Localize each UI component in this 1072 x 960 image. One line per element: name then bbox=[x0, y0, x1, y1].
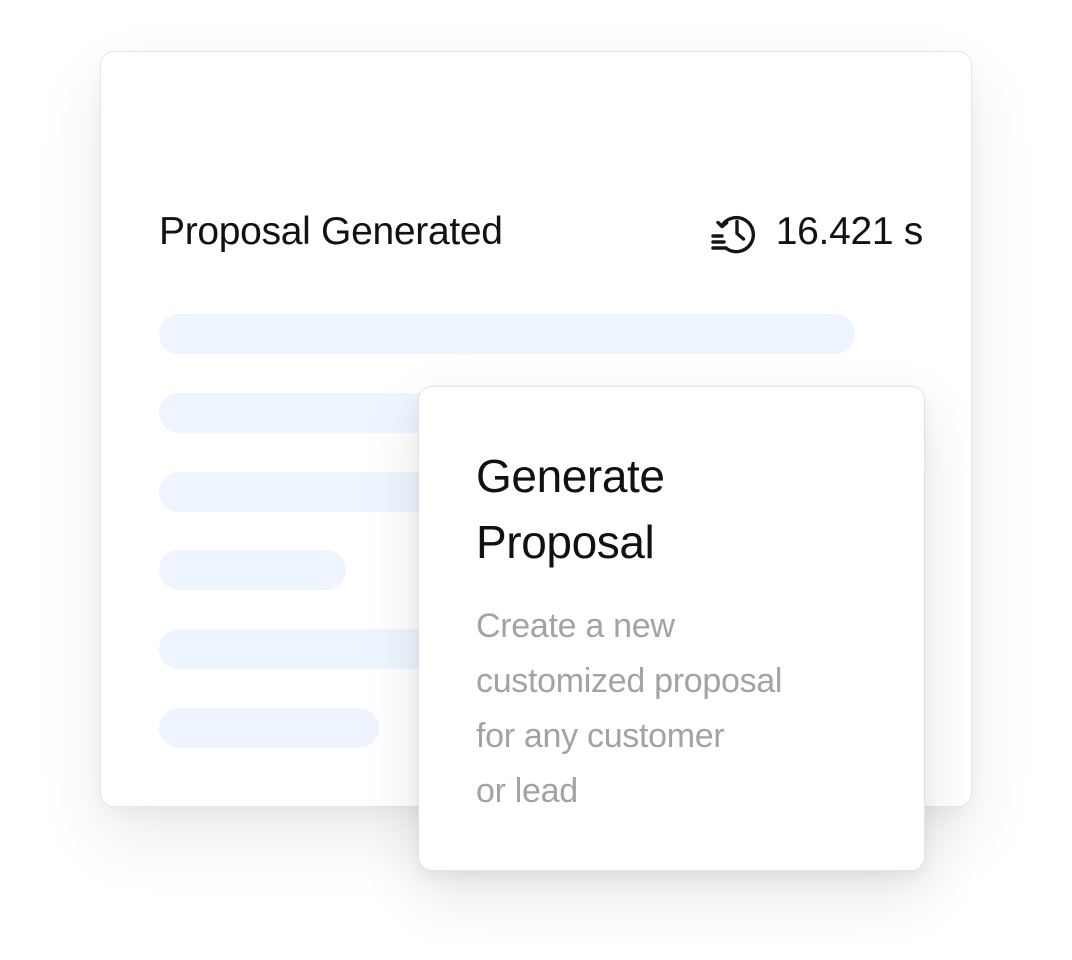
content-placeholder-line bbox=[159, 550, 346, 590]
proposal-status-title: Proposal Generated bbox=[159, 210, 503, 253]
generate-proposal-description: Create a new customized proposal for any… bbox=[476, 607, 783, 810]
history-clock-icon bbox=[711, 215, 755, 254]
generate-proposal-card[interactable]: Generate Proposal Create a new customize… bbox=[418, 386, 925, 871]
generation-time: 16.421 s bbox=[708, 207, 923, 257]
generate-proposal-title: Generate Proposal bbox=[476, 450, 665, 568]
content-placeholder-line bbox=[159, 708, 379, 748]
content-placeholder-line bbox=[159, 314, 855, 354]
elapsed-time-value: 16.421 s bbox=[775, 210, 924, 253]
